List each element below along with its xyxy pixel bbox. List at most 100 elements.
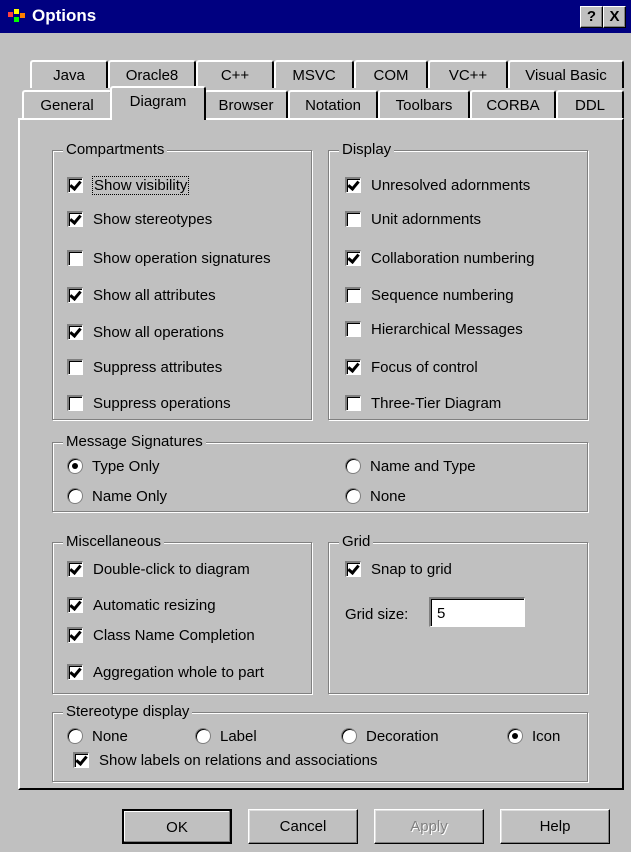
tab-toolbars[interactable]: Toolbars bbox=[378, 90, 470, 118]
tab-diagram[interactable]: Diagram bbox=[110, 86, 206, 120]
message-signatures-legend: Message Signatures bbox=[63, 433, 206, 451]
checkbox-label: Sequence numbering bbox=[371, 286, 514, 304]
tab-msvc[interactable]: MSVC bbox=[274, 60, 354, 88]
stereotype-none-radio[interactable]: None bbox=[67, 725, 128, 747]
checkbox-label: Automatic resizing bbox=[93, 596, 216, 614]
focus-of-control-checkbox[interactable]: Focus of control bbox=[345, 356, 478, 378]
title-bar: Options ? X bbox=[0, 0, 631, 33]
show-stereotypes-checkbox[interactable]: Show stereotypes bbox=[67, 208, 212, 230]
tab-oracle8[interactable]: Oracle8 bbox=[108, 60, 196, 88]
grid-legend: Grid bbox=[339, 533, 374, 551]
radio-circle[interactable] bbox=[345, 458, 361, 474]
tab-vcpp[interactable]: VC++ bbox=[428, 60, 508, 88]
stereotype-display-group: Stereotype display None Label Decoration… bbox=[52, 703, 588, 782]
tab-general[interactable]: General bbox=[22, 90, 112, 118]
checkbox-box[interactable] bbox=[67, 561, 83, 577]
checkbox-label: Class Name Completion bbox=[93, 626, 255, 644]
checkbox-label: Three-Tier Diagram bbox=[371, 394, 502, 412]
show-all-attributes-checkbox[interactable]: Show all attributes bbox=[67, 284, 216, 306]
radio-circle[interactable] bbox=[345, 488, 361, 504]
radio-label: Decoration bbox=[366, 727, 439, 745]
compartments-group: Compartments Show visibility Show stereo… bbox=[52, 141, 312, 420]
tab-browser[interactable]: Browser bbox=[204, 90, 288, 118]
window-title: Options bbox=[32, 6, 97, 25]
grid-size-label: Grid size: bbox=[345, 605, 409, 623]
stereotype-label-radio[interactable]: Label bbox=[195, 725, 257, 747]
radio-label: Label bbox=[220, 727, 257, 745]
checkbox-box[interactable] bbox=[67, 177, 83, 193]
snap-to-grid-checkbox[interactable]: Snap to grid bbox=[345, 558, 452, 580]
checkbox-box[interactable] bbox=[67, 627, 83, 643]
radio-circle[interactable] bbox=[67, 488, 83, 504]
show-labels-on-relations-checkbox[interactable]: Show labels on relations and association… bbox=[73, 749, 378, 771]
checkbox-label: Show operation signatures bbox=[93, 249, 271, 267]
checkbox-label: Focus of control bbox=[371, 358, 478, 376]
radio-circle[interactable] bbox=[67, 458, 83, 474]
checkbox-box[interactable] bbox=[67, 359, 83, 375]
checkbox-box[interactable] bbox=[345, 211, 361, 227]
ok-button[interactable]: OK bbox=[122, 809, 232, 844]
checkbox-box[interactable] bbox=[345, 287, 361, 303]
unit-adornments-checkbox[interactable]: Unit adornments bbox=[345, 208, 481, 230]
tab-java[interactable]: Java bbox=[30, 60, 108, 88]
radio-label: Name and Type bbox=[370, 457, 476, 475]
display-legend: Display bbox=[339, 141, 395, 159]
name-only-radio[interactable]: Name Only bbox=[67, 485, 167, 507]
radio-circle[interactable] bbox=[195, 728, 211, 744]
checkbox-box[interactable] bbox=[345, 177, 361, 193]
stereotype-decoration-radio[interactable]: Decoration bbox=[341, 725, 439, 747]
three-tier-diagram-checkbox[interactable]: Three-Tier Diagram bbox=[345, 392, 501, 414]
tab-notation[interactable]: Notation bbox=[288, 90, 378, 118]
radio-circle[interactable] bbox=[341, 728, 357, 744]
tab-com[interactable]: COM bbox=[354, 60, 428, 88]
radio-circle[interactable] bbox=[67, 728, 83, 744]
collaboration-numbering-checkbox[interactable]: Collaboration numbering bbox=[345, 247, 534, 269]
unresolved-adornments-checkbox[interactable]: Unresolved adornments bbox=[345, 174, 530, 196]
apply-button[interactable]: Apply bbox=[374, 809, 484, 844]
help-title-button[interactable]: ? bbox=[580, 6, 603, 28]
app-icon bbox=[8, 9, 25, 22]
show-visibility-checkbox[interactable]: Show visibility bbox=[67, 174, 190, 196]
stereotype-display-legend: Stereotype display bbox=[63, 703, 193, 721]
checkbox-box[interactable] bbox=[345, 250, 361, 266]
none-radio[interactable]: None bbox=[345, 485, 406, 507]
automatic-resizing-checkbox[interactable]: Automatic resizing bbox=[67, 594, 216, 616]
checkbox-box[interactable] bbox=[345, 359, 361, 375]
checkbox-box[interactable] bbox=[345, 395, 361, 411]
cancel-button[interactable]: Cancel bbox=[248, 809, 358, 844]
checkbox-label: Snap to grid bbox=[371, 560, 452, 578]
checkbox-label: Show all attributes bbox=[93, 286, 216, 304]
tab-visual-basic[interactable]: Visual Basic bbox=[508, 60, 624, 88]
tab-cpp[interactable]: C++ bbox=[196, 60, 274, 88]
checkbox-box[interactable] bbox=[73, 752, 89, 768]
close-button[interactable]: X bbox=[603, 6, 626, 28]
aggregation-whole-to-part-checkbox[interactable]: Aggregation whole to part bbox=[67, 661, 264, 683]
grid-size-input[interactable]: 5 bbox=[429, 597, 525, 627]
checkbox-box[interactable] bbox=[67, 287, 83, 303]
checkbox-box[interactable] bbox=[67, 324, 83, 340]
checkbox-box[interactable] bbox=[67, 395, 83, 411]
double-click-to-diagram-checkbox[interactable]: Double-click to diagram bbox=[67, 558, 250, 580]
hierarchical-messages-checkbox[interactable]: Hierarchical Messages bbox=[345, 318, 523, 340]
checkbox-label: Collaboration numbering bbox=[371, 249, 535, 267]
tab-corba[interactable]: CORBA bbox=[470, 90, 556, 118]
checkbox-box[interactable] bbox=[67, 211, 83, 227]
name-and-type-radio[interactable]: Name and Type bbox=[345, 455, 476, 477]
sequence-numbering-checkbox[interactable]: Sequence numbering bbox=[345, 284, 514, 306]
checkbox-label: Unit adornments bbox=[371, 210, 482, 228]
suppress-operations-checkbox[interactable]: Suppress operations bbox=[67, 392, 231, 414]
radio-circle[interactable] bbox=[507, 728, 523, 744]
type-only-radio[interactable]: Type Only bbox=[67, 455, 160, 477]
checkbox-box[interactable] bbox=[345, 321, 361, 337]
suppress-attributes-checkbox[interactable]: Suppress attributes bbox=[67, 356, 222, 378]
stereotype-icon-radio[interactable]: Icon bbox=[507, 725, 560, 747]
checkbox-box[interactable] bbox=[67, 250, 83, 266]
class-name-completion-checkbox[interactable]: Class Name Completion bbox=[67, 624, 255, 646]
show-operation-signatures-checkbox[interactable]: Show operation signatures bbox=[67, 247, 271, 269]
help-button[interactable]: Help bbox=[500, 809, 610, 844]
checkbox-box[interactable] bbox=[345, 561, 361, 577]
checkbox-box[interactable] bbox=[67, 597, 83, 613]
show-all-operations-checkbox[interactable]: Show all operations bbox=[67, 321, 224, 343]
checkbox-box[interactable] bbox=[67, 664, 83, 680]
tab-ddl[interactable]: DDL bbox=[556, 90, 624, 118]
